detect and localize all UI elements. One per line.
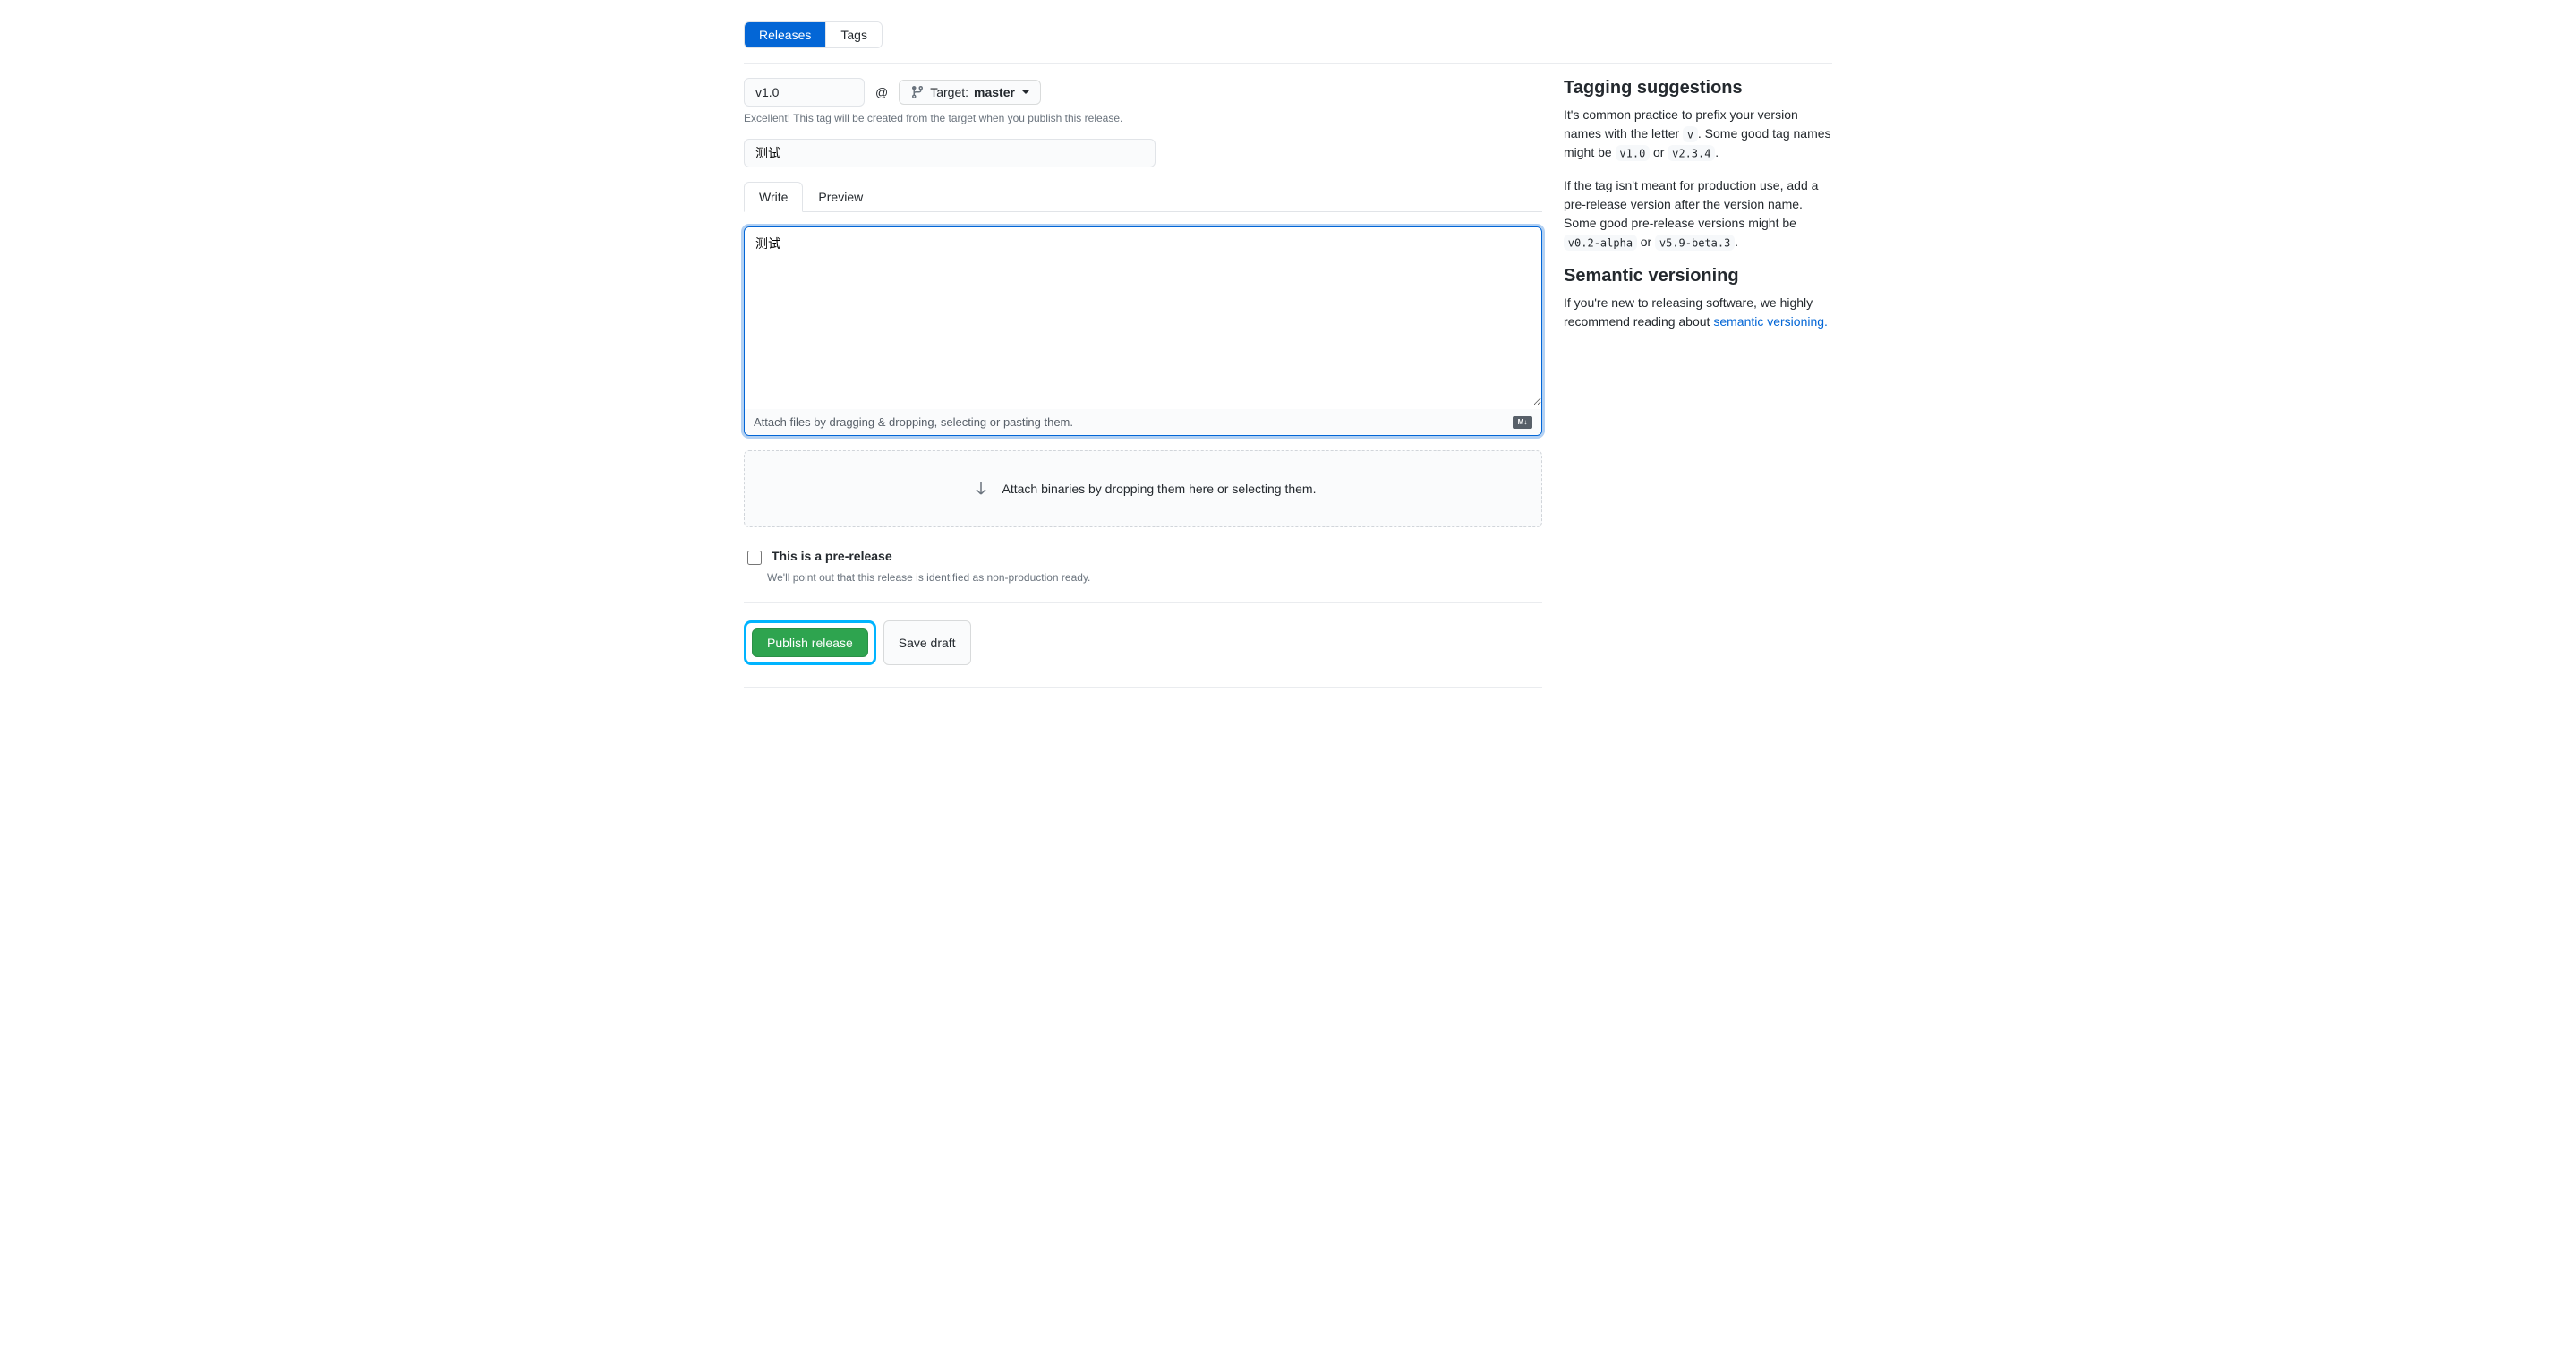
tagging-suggestions-heading: Tagging suggestions	[1564, 78, 1832, 98]
tab-preview[interactable]: Preview	[803, 182, 878, 212]
tab-releases[interactable]: Releases	[745, 22, 826, 47]
tag-status-note: Excellent! This tag will be created from…	[744, 112, 1542, 124]
divider	[744, 687, 1542, 688]
divider	[744, 63, 1832, 64]
description-editor: 测试 Attach files by dragging & dropping, …	[744, 226, 1542, 436]
attach-files-hint[interactable]: Attach files by dragging & dropping, sel…	[754, 415, 1073, 429]
publish-release-button[interactable]: Publish release	[752, 628, 868, 657]
semver-p: If you're new to releasing software, we …	[1564, 294, 1832, 331]
subnav: Releases Tags	[744, 21, 883, 48]
save-draft-button[interactable]: Save draft	[883, 620, 971, 665]
tagging-p1: It's common practice to prefix your vers…	[1564, 106, 1832, 162]
prerelease-note: We'll point out that this release is ide…	[767, 571, 1542, 584]
prerelease-checkbox[interactable]	[747, 551, 762, 565]
semver-link[interactable]: semantic versioning.	[1713, 314, 1828, 329]
release-description-textarea[interactable]: 测试	[745, 227, 1541, 406]
prerelease-label[interactable]: This is a pre-release	[772, 549, 892, 563]
release-title-input[interactable]	[744, 139, 1156, 167]
tab-tags[interactable]: Tags	[826, 22, 882, 47]
binaries-hint-text: Attach binaries by dropping them here or…	[1002, 482, 1317, 496]
target-branch-button[interactable]: Target: master	[899, 80, 1041, 105]
tagging-p2: If the tag isn't meant for production us…	[1564, 176, 1832, 252]
binaries-dropzone[interactable]: Attach binaries by dropping them here or…	[744, 450, 1542, 527]
git-branch-icon	[910, 85, 925, 99]
markdown-icon[interactable]: M↓	[1513, 416, 1532, 429]
target-label: Target:	[930, 85, 968, 99]
editor-tabs: Write Preview	[744, 182, 1542, 212]
chevron-down-icon	[1022, 90, 1029, 94]
tag-version-input[interactable]	[744, 78, 865, 107]
target-branch-name: master	[974, 85, 1015, 99]
at-symbol: @	[875, 85, 888, 99]
tab-write[interactable]: Write	[744, 182, 803, 212]
arrow-down-icon	[970, 478, 992, 500]
publish-highlight: Publish release	[744, 620, 876, 665]
semver-heading: Semantic versioning	[1564, 266, 1832, 286]
